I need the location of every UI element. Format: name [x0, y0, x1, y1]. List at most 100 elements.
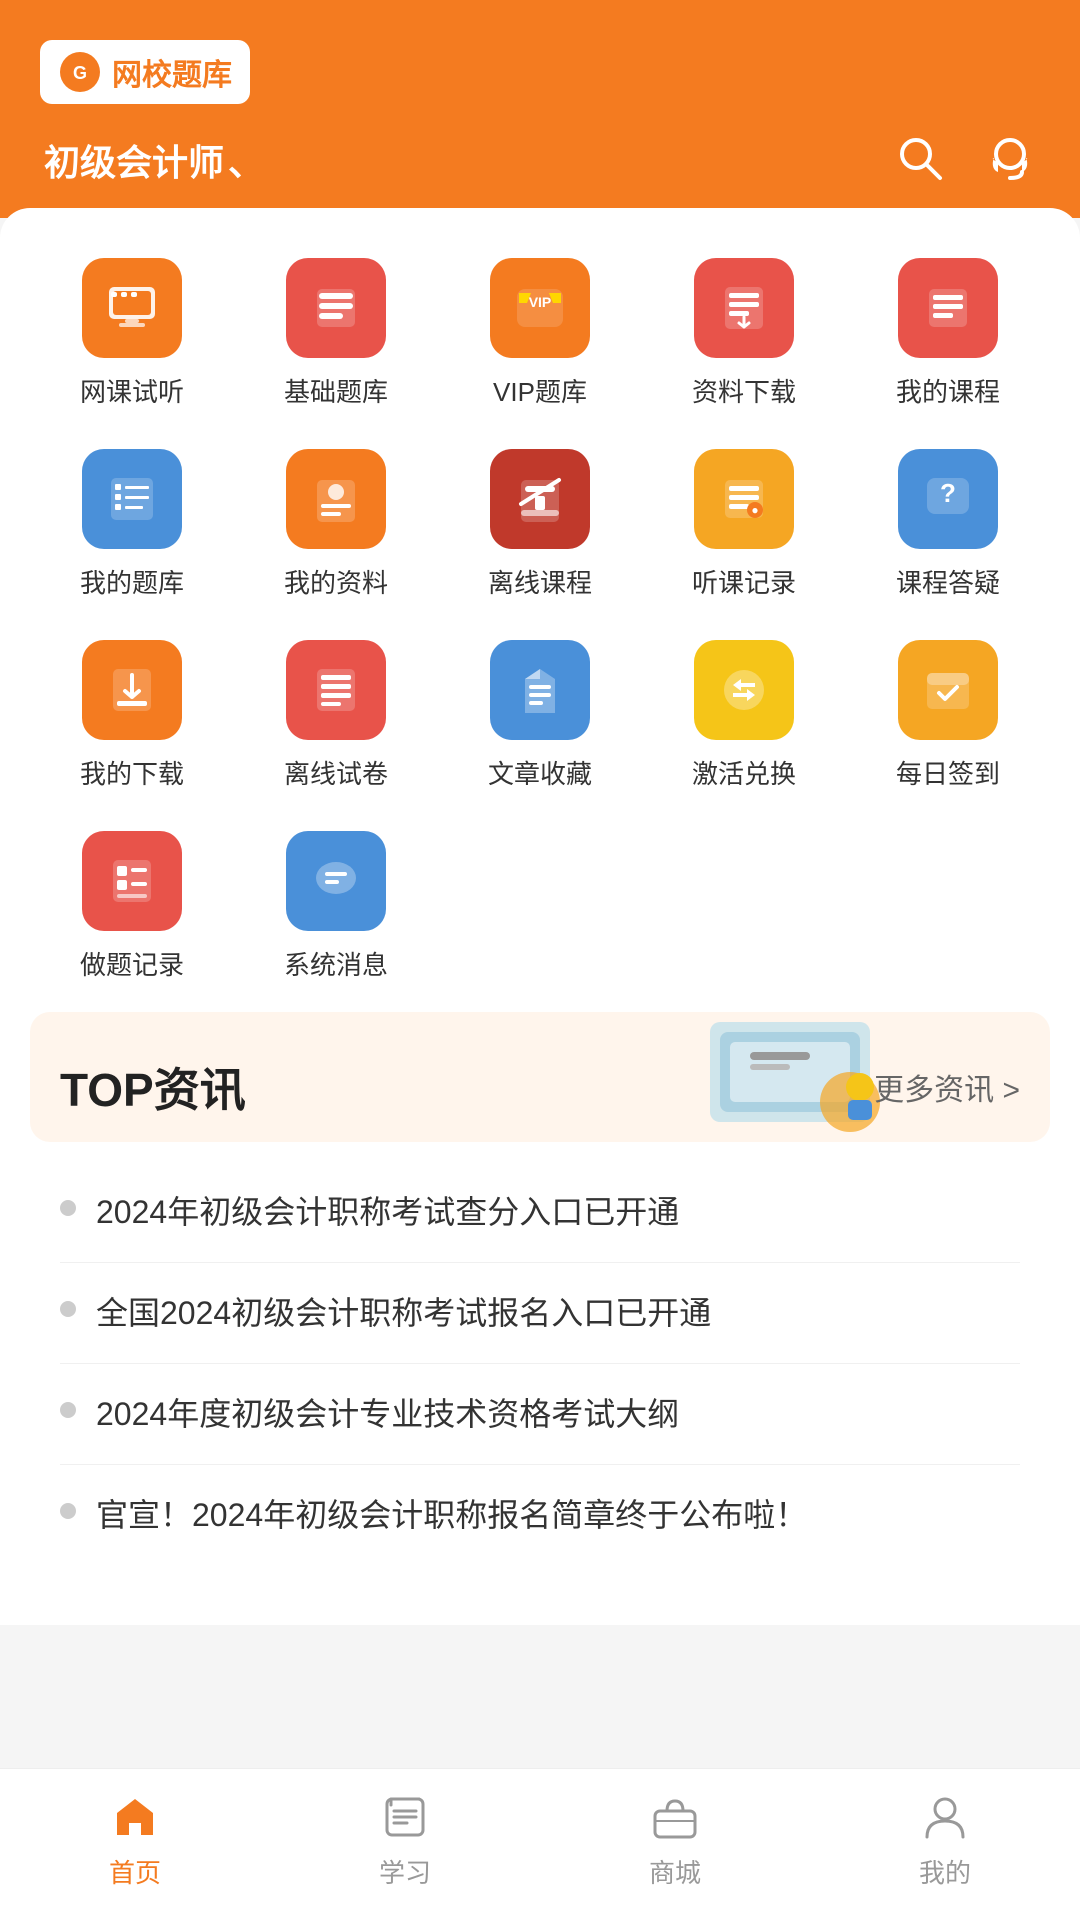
grid-label: 做题记录: [80, 945, 184, 982]
nav-study-label: 学习: [379, 1853, 431, 1890]
news-item-2[interactable]: 2024年度初级会计专业技术资格考试大纲: [60, 1364, 1020, 1465]
exercise-icon: [103, 852, 161, 910]
grid-label: 我的课程: [896, 372, 1000, 409]
grid-label: 激活兑换: [692, 754, 796, 791]
grid-label: 网课试听: [80, 372, 184, 409]
nav-home[interactable]: 首页: [0, 1789, 270, 1890]
news-title: TOP资讯: [60, 1054, 246, 1120]
news-bullet: [60, 1503, 76, 1519]
nav-mine[interactable]: 我的: [810, 1789, 1080, 1890]
bottom-spacer: [0, 1625, 1080, 1785]
news-list: 2024年初级会计职称考试查分入口已开通 全国2024初级会计职称考试报名入口已…: [30, 1142, 1050, 1585]
vip-icon: VIP: [511, 279, 569, 337]
nav-home-label: 首页: [109, 1853, 161, 1890]
grid-item-kecheng[interactable]: 我的课程: [846, 248, 1050, 419]
grid-empty: [438, 821, 642, 992]
grid-empty: [846, 821, 1050, 992]
svg-text:?: ?: [940, 478, 956, 508]
news-item-3[interactable]: 官宣！2024年初级会计职称报名简章终于公布啦！: [60, 1465, 1020, 1565]
news-item-0[interactable]: 2024年初级会计职称考试查分入口已开通: [60, 1162, 1020, 1263]
grid-item-xiaoxi[interactable]: 系统消息: [234, 821, 438, 992]
offline-icon: [511, 470, 569, 528]
nav-study[interactable]: 学习: [270, 1789, 540, 1890]
svg-text:VIP: VIP: [529, 294, 552, 310]
record-icon: ●: [715, 470, 773, 528]
grid-item-wotiku[interactable]: 我的题库: [30, 439, 234, 610]
icon-grid: 网课试听 基础题库 VIP V: [30, 248, 1050, 992]
grid-label: 每日签到: [896, 754, 1000, 791]
grid-label: 离线试卷: [284, 754, 388, 791]
grid-item-jichuti[interactable]: 基础题库: [234, 248, 438, 419]
grid-label: 我的题库: [80, 563, 184, 600]
grid-label: 我的资料: [284, 563, 388, 600]
logo-box: G 网校题库: [40, 40, 250, 104]
home-icon: [107, 1789, 163, 1845]
grid-label: 系统消息: [284, 945, 388, 982]
grid-label: 基础题库: [284, 372, 388, 409]
service-button[interactable]: [980, 128, 1040, 188]
grid-item-qiandao[interactable]: 每日签到: [846, 630, 1050, 801]
grid-label: 听课记录: [692, 563, 796, 600]
grid-item-wenzhang[interactable]: 文章收藏: [438, 630, 642, 801]
nav-shop[interactable]: 商城: [540, 1789, 810, 1890]
grid-item-lixianjuan[interactable]: 离线试卷: [234, 630, 438, 801]
header: G 网校题库 初级会计师、: [0, 0, 1080, 218]
headset-icon: [984, 132, 1036, 184]
news-text: 2024年度初级会计专业技术资格考试大纲: [96, 1390, 679, 1438]
news-text: 全国2024初级会计职称考试报名入口已开通: [96, 1289, 711, 1337]
user-icon: [917, 1789, 973, 1845]
qa-icon: ?: [919, 470, 977, 528]
grid-label: 资料下载: [692, 372, 796, 409]
grid-label: 离线课程: [488, 563, 592, 600]
offline-paper-icon: [307, 661, 365, 719]
message-icon: [307, 852, 365, 910]
grid-item-xiazai[interactable]: 我的下载: [30, 630, 234, 801]
logo-icon: G: [58, 50, 102, 94]
grid-item-tingke[interactable]: ● 听课记录: [642, 439, 846, 610]
grid-item-woziliao[interactable]: 我的资料: [234, 439, 438, 610]
logo-text: 网校题库: [112, 50, 232, 94]
news-text: 官宣！2024年初级会计职称报名简章终于公布啦！: [96, 1491, 807, 1539]
news-text: 2024年初级会计职称考试查分入口已开通: [96, 1188, 679, 1236]
grid-item-wangke[interactable]: 网课试听: [30, 248, 234, 419]
my-course-icon: [919, 279, 977, 337]
download-list-icon: [715, 279, 773, 337]
news-bullet: [60, 1402, 76, 1418]
my-data-icon: [307, 470, 365, 528]
page-title: 初级会计师、: [40, 128, 264, 188]
news-bullet: [60, 1301, 76, 1317]
article-icon: [511, 661, 569, 719]
grid-item-zuoti[interactable]: 做题记录: [30, 821, 234, 992]
svg-text:●: ●: [751, 503, 758, 517]
my-download-icon: [103, 661, 161, 719]
news-section: TOP资讯 更多资讯 >: [30, 1012, 1050, 1142]
exchange-icon: [715, 661, 773, 719]
news-more-button[interactable]: 更多资讯 >: [874, 1065, 1020, 1109]
grid-item-jihuo[interactable]: 激活兑换: [642, 630, 846, 801]
title-suffix: 、: [228, 142, 264, 183]
bottom-nav: 首页 学习 商城 我的: [0, 1768, 1080, 1920]
books-icon: [307, 279, 365, 337]
svg-text:G: G: [73, 63, 87, 83]
study-icon: [377, 1789, 433, 1845]
nav-mine-label: 我的: [919, 1853, 971, 1890]
grid-empty: [642, 821, 846, 992]
grid-label: VIP题库: [493, 372, 587, 409]
grid-label: 文章收藏: [488, 754, 592, 791]
monitor-icon: [103, 279, 161, 337]
grid-item-dayi[interactable]: ? 课程答疑: [846, 439, 1050, 610]
grid-item-vip[interactable]: VIP VIP题库: [438, 248, 642, 419]
news-header: TOP资讯 更多资讯 >: [30, 1012, 1050, 1142]
search-icon: [894, 132, 946, 184]
search-button[interactable]: [890, 128, 950, 188]
grid-item-ziliao[interactable]: 资料下载: [642, 248, 846, 419]
header-bottom: 初级会计师、: [40, 128, 1040, 188]
grid-label: 我的下载: [80, 754, 184, 791]
my-tiku-icon: [103, 470, 161, 528]
header-icons: [890, 128, 1040, 188]
grid-item-lixian[interactable]: 离线课程: [438, 439, 642, 610]
shop-icon: [647, 1789, 703, 1845]
news-item-1[interactable]: 全国2024初级会计职称考试报名入口已开通: [60, 1263, 1020, 1364]
grid-label: 课程答疑: [896, 563, 1000, 600]
nav-shop-label: 商城: [649, 1853, 701, 1890]
